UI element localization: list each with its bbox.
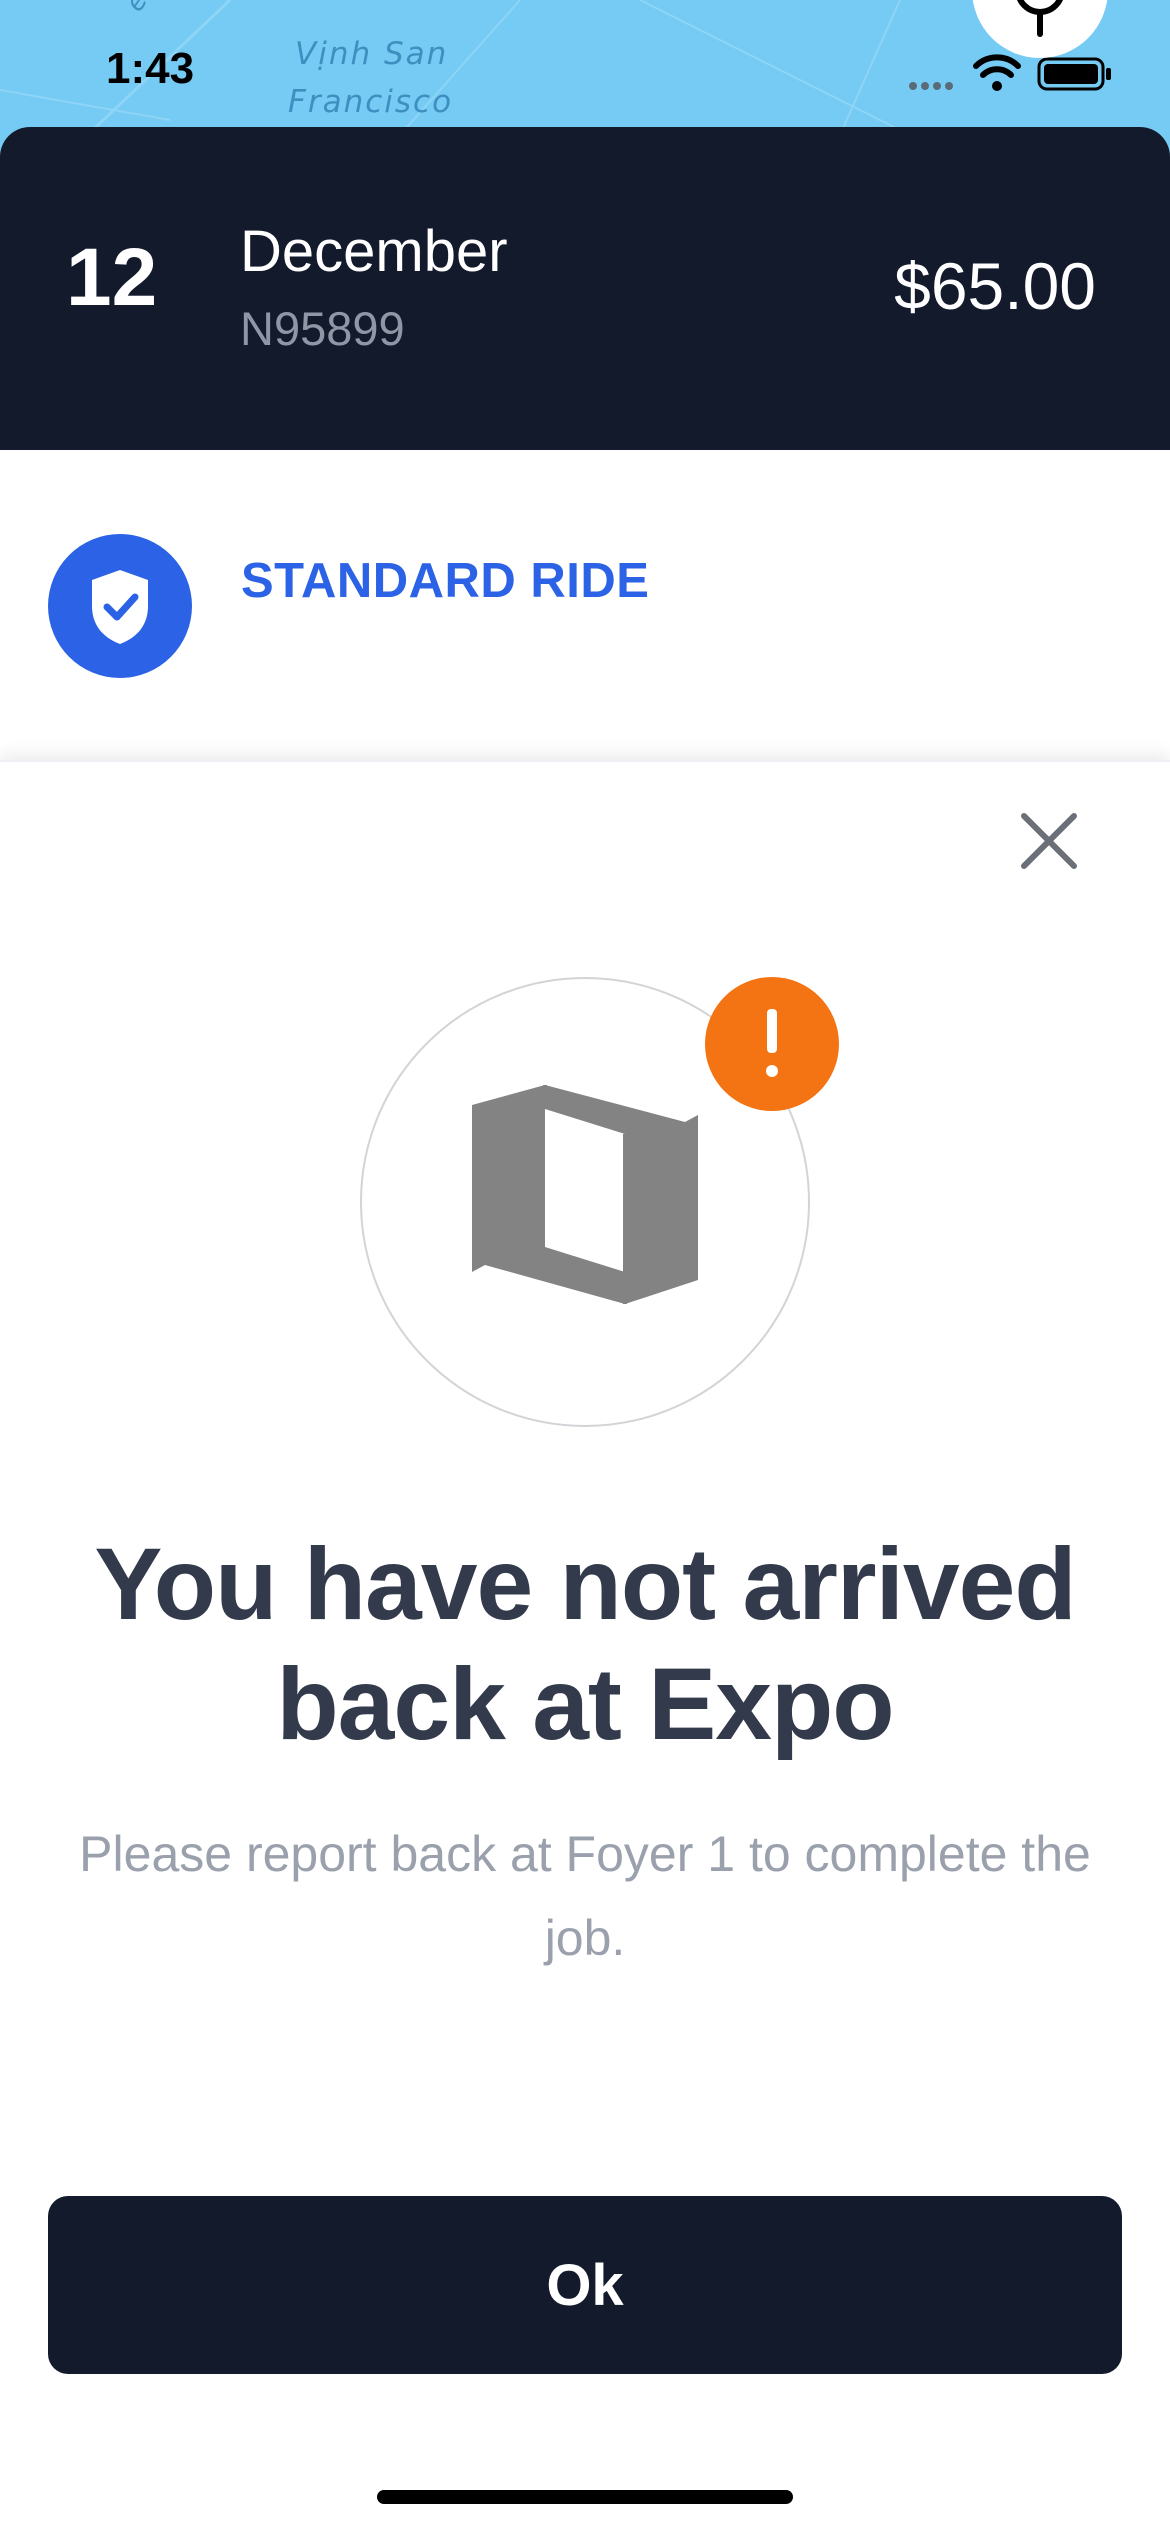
close-icon xyxy=(1021,813,1077,869)
shield-check-icon xyxy=(92,570,148,644)
ride-type-label: STANDARD RIDE xyxy=(241,554,650,608)
alert-modal: You have not arrived back at Expo Please… xyxy=(0,760,1170,2534)
map-label-line1: Vịnh San xyxy=(295,36,449,72)
ride-type-badge xyxy=(48,534,192,678)
job-month: December xyxy=(240,219,508,284)
alert-message: Please report back at Foyer 1 to complet… xyxy=(79,1826,1091,1966)
ok-button[interactable]: Ok xyxy=(48,2196,1122,2374)
map-label-line2: Francisco xyxy=(288,84,454,120)
job-price: $65.00 xyxy=(894,249,1096,323)
alert-badge xyxy=(705,977,839,1111)
job-summary-card[interactable]: 12 December N95899 $65.00 xyxy=(0,127,1170,450)
wifi-icon xyxy=(973,54,1021,91)
battery-icon xyxy=(1037,57,1111,91)
locate-button[interactable] xyxy=(972,0,1108,58)
alert-title: You have not arrived back at Expo xyxy=(94,1527,1076,1761)
status-time: 1:43 xyxy=(106,44,195,93)
close-button[interactable] xyxy=(1010,802,1090,882)
ride-type-row: STANDARD RIDE xyxy=(0,450,1170,760)
job-day: 12 xyxy=(66,232,158,323)
location-target-icon xyxy=(1017,0,1063,37)
exclamation-icon xyxy=(766,1009,778,1077)
signal-icon xyxy=(909,82,953,90)
home-indicator[interactable] xyxy=(377,2490,793,2504)
job-code: N95899 xyxy=(240,302,405,355)
